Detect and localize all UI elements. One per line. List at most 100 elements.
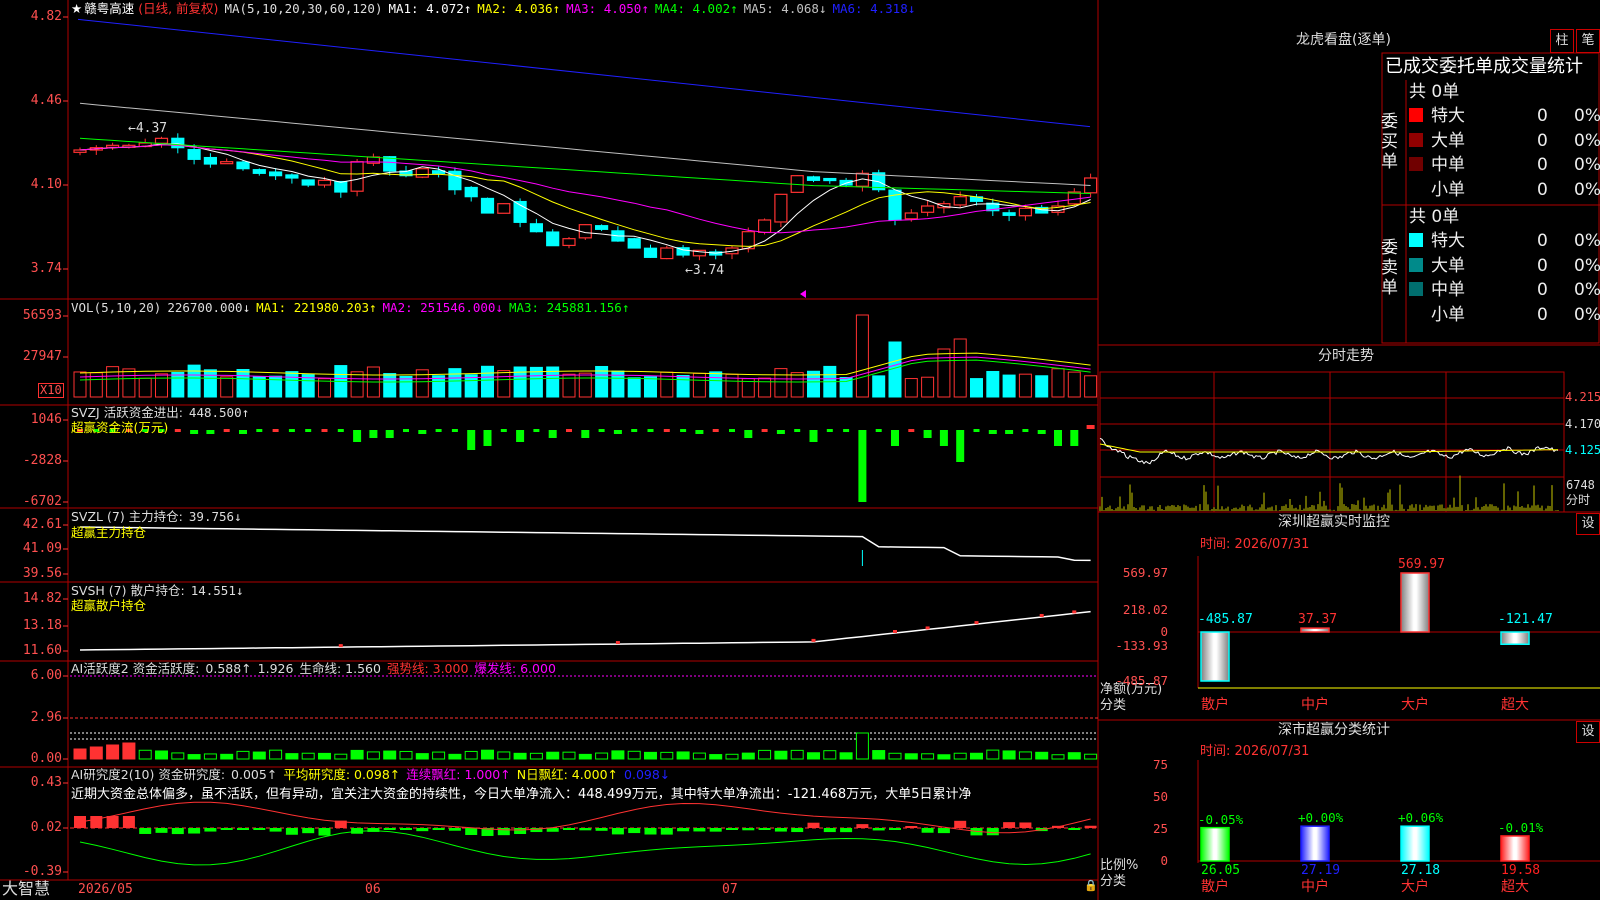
flow-tick	[729, 429, 735, 432]
flow-bar	[956, 430, 965, 462]
ai2-nday: N日飘红: 4.000↑	[516, 767, 619, 782]
activity-bar	[595, 752, 609, 760]
research-bar	[644, 828, 657, 835]
activity-bar	[366, 751, 380, 760]
flow-tick	[761, 429, 768, 432]
brand-logo[interactable]: 大智慧	[2, 880, 50, 898]
monitor-bar	[1500, 631, 1530, 646]
candle-body	[594, 225, 609, 230]
tick-mode-button[interactable]: 笔	[1576, 29, 1600, 53]
volume-bar	[203, 369, 217, 398]
svsh-ytick-2: 11.60	[22, 643, 62, 658]
research-bar	[318, 828, 331, 836]
monitor-settings-button[interactable]: 设	[1576, 513, 1600, 535]
retail-mark	[1072, 610, 1077, 614]
stock-name[interactable]: 赣粤高速	[84, 1, 134, 16]
volume-bar	[155, 373, 168, 398]
activity-bar	[252, 751, 266, 760]
research-bar	[774, 828, 787, 832]
volume-bar	[953, 338, 967, 398]
fenshi-ytick-1: 4.170	[1565, 417, 1600, 431]
activity-bar	[953, 752, 967, 760]
svzl-ytick-1: 41.09	[22, 541, 62, 556]
classstat-delta: -0.05%	[1198, 811, 1244, 827]
candle-body	[1067, 191, 1081, 205]
candle-body	[529, 223, 544, 233]
classstat-settings-button[interactable]: 设	[1576, 721, 1600, 743]
flow-bar	[353, 430, 362, 442]
classstat-delta: -0.01%	[1498, 819, 1544, 835]
svsh-ytick-1: 13.18	[22, 618, 62, 633]
high-annotation: ←4.37	[128, 121, 167, 136]
flow-tick	[566, 429, 572, 432]
ai1-header: AI活跃度2 资金活跃度: 0.588↑ 1.926 生命线: 1.560 强势线: 3…	[71, 661, 562, 676]
flow-tick	[500, 429, 507, 432]
classstat-category: 超大	[1501, 879, 1529, 895]
fenshi-avg-line	[1099, 443, 1559, 453]
research-bar	[889, 828, 901, 830]
activity-bar	[464, 750, 478, 760]
volume-bar	[73, 371, 87, 398]
activity-bar	[187, 754, 201, 760]
classstat-ytick-3: 0	[1160, 853, 1168, 868]
category-percent: 0%	[1574, 130, 1600, 151]
category-count: 0	[1537, 231, 1548, 251]
ma6-label: MA6: 4.318↓	[832, 1, 916, 16]
activity-bar	[970, 752, 983, 760]
flow-tick	[794, 429, 801, 432]
volume-bar	[904, 378, 918, 398]
activity-bar	[106, 744, 120, 760]
activity-bar	[318, 752, 331, 760]
activity-bar	[1051, 754, 1065, 760]
category-percent: 0%	[1574, 231, 1600, 251]
buy-row: 特大 0 0%	[1409, 104, 1600, 128]
flow-tick	[1022, 429, 1029, 432]
vol-unit-badge[interactable]: X10	[38, 383, 64, 398]
bar-mode-button[interactable]: 柱	[1550, 29, 1574, 53]
flow-tick	[174, 429, 181, 432]
flow-bar	[695, 430, 704, 434]
flow-bar	[988, 430, 997, 434]
research-bar	[1068, 828, 1081, 830]
activity-bar	[73, 748, 87, 760]
flow-bar	[1005, 430, 1014, 434]
ai2-ytick-1: 0.02	[30, 820, 62, 835]
volume-bar	[350, 371, 364, 398]
activity-bar	[627, 750, 641, 760]
volume-bar	[774, 368, 788, 398]
ai1-ytick-2: 0.00	[30, 751, 62, 766]
monitor-category: 大户	[1401, 697, 1429, 713]
chart-canvas[interactable]: ←4.37 ←3.74	[0, 0, 1600, 900]
monitor-bar-label: -485.87	[1198, 612, 1253, 627]
category-count: 0	[1537, 130, 1548, 151]
research-bar	[204, 828, 217, 832]
flow-bar	[369, 430, 378, 438]
category-percent: 0%	[1574, 155, 1600, 175]
sell-row: 大单 0 0%	[1409, 254, 1600, 278]
candle-body	[546, 231, 560, 247]
lock-icon[interactable]: 🔒	[1084, 878, 1098, 893]
ai1-life: 生命线: 1.560	[299, 661, 381, 676]
flow-bar	[239, 430, 247, 434]
ma5-label: MA5: 4.068↓	[743, 1, 827, 16]
monitor-ytick-3: -133.93	[1115, 638, 1168, 653]
activity-bar	[203, 753, 217, 760]
volume-bar	[187, 364, 201, 398]
classstat-category: 中户	[1301, 879, 1329, 895]
classstat-ytick-1: 50	[1152, 789, 1168, 804]
activity-bar	[432, 751, 446, 760]
classstat-ytick-0: 75	[1152, 757, 1168, 772]
flow-bar	[206, 430, 215, 434]
activity-bar	[497, 751, 511, 760]
monitor-bar-label: 37.37	[1298, 612, 1338, 628]
kline-mode[interactable]: (日线, 前复权)	[138, 1, 218, 16]
svzj-ytick-0: 1046	[30, 412, 62, 427]
sell-row: 小单 0 0%	[1409, 303, 1600, 327]
flow-tick	[598, 429, 605, 432]
category-swatch	[1409, 233, 1423, 247]
svsh-sub: 超赢散户持仓	[71, 598, 147, 613]
svzj-ytick-1: -2828	[22, 453, 62, 468]
svzj-sub: 超赢资金流(万元)	[71, 420, 169, 435]
candle-body	[334, 180, 348, 193]
buy-side-label: 委买单	[1381, 112, 1398, 172]
